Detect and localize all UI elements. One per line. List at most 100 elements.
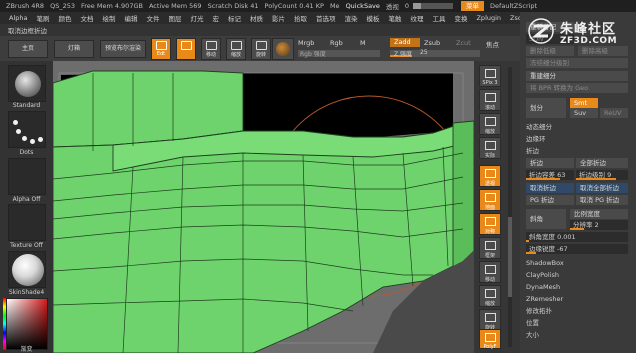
divide-button[interactable]: 划分 xyxy=(526,98,566,118)
viewport-canvas[interactable] xyxy=(53,61,474,353)
transparency-slider[interactable] xyxy=(413,3,454,9)
move-button[interactable]: 移动 xyxy=(201,38,221,60)
menu-item[interactable]: 纹理 xyxy=(410,13,423,23)
menu-item[interactable]: 模板 xyxy=(366,13,379,23)
bevel-resolution-slider[interactable]: 分辨率 2 xyxy=(570,220,628,230)
reconstruct-subdiv-button[interactable]: 重建细分 xyxy=(526,71,628,81)
rgb-toggle[interactable]: Rgb xyxy=(330,39,343,47)
viewport-tool-button[interactable]: 实际 xyxy=(479,137,501,159)
edge-sharpness-slider[interactable]: 边缘锐度 -67 xyxy=(526,244,628,254)
menu-item[interactable]: 图层 xyxy=(168,13,181,23)
draw-button[interactable] xyxy=(176,38,196,60)
right-shelf-scrollbar[interactable] xyxy=(508,67,512,347)
viewport-tool-button[interactable]: 地面 xyxy=(479,189,501,211)
menu-item[interactable]: Zplugin xyxy=(476,14,501,22)
claypolish-header[interactable]: ClayPolish xyxy=(526,270,559,280)
material-selector[interactable] xyxy=(8,251,46,288)
menu-item[interactable]: 拾取 xyxy=(294,13,307,23)
dynamesh-header[interactable]: DynaMesh xyxy=(526,282,560,292)
quicksave-button[interactable]: QuickSave xyxy=(346,2,380,10)
free-mem: Free Mem 4.907GB xyxy=(80,2,143,10)
tool-glyph-icon xyxy=(485,333,496,342)
menu-item[interactable]: 标记 xyxy=(228,13,241,23)
mrgb-toggle[interactable]: Mrgb xyxy=(298,39,314,47)
shadowbox-header[interactable]: ShadowBox xyxy=(526,258,564,268)
menu-item[interactable]: 灯光 xyxy=(190,13,203,23)
bevel-proportional-toggle[interactable]: 比例宽度 xyxy=(570,209,628,219)
preview-bpr-button[interactable]: 预览布尔渲染 xyxy=(100,40,146,58)
top-toolbar: 主页 灯箱 预览布尔渲染 Edt 移动 缩放 旋转 Mrgb Rgb M Zad… xyxy=(0,36,520,61)
viewport-tool-button[interactable]: 滚动 xyxy=(479,89,501,111)
rgb-intensity-slider[interactable]: Rgb 强度 xyxy=(298,50,380,58)
crease-all-button[interactable]: 全部折边 xyxy=(576,158,628,168)
convert-bpr-button[interactable]: 将 BPR 转换为 Geo xyxy=(526,83,628,93)
uncrease-all-button[interactable]: 取消全部折边 xyxy=(576,183,628,193)
scale-icon xyxy=(231,41,242,50)
menu-item[interactable]: 宏 xyxy=(212,13,219,23)
pg-uncrease-button[interactable]: 取消 PG 折边 xyxy=(576,195,628,205)
menu-item[interactable]: 材质 xyxy=(250,13,263,23)
edit-button[interactable]: Edt xyxy=(151,38,171,60)
viewport-tool-button[interactable]: 对称 xyxy=(479,213,501,235)
lightbox-button[interactable]: 灯箱 xyxy=(54,40,94,58)
dynamic-subdiv-header[interactable]: 动态细分 xyxy=(526,122,552,132)
zadd-toggle[interactable]: Zadd xyxy=(390,38,420,47)
material-swatch[interactable] xyxy=(272,38,294,60)
viewport-tool-button[interactable]: 缩放 xyxy=(479,113,501,135)
crease-level-slider[interactable]: 折边级别 9 xyxy=(576,170,628,180)
viewport-tool-button[interactable]: 缩放 xyxy=(479,285,501,307)
default-script[interactable]: DefaultZScript xyxy=(490,2,537,10)
color-picker[interactable] xyxy=(6,298,48,350)
project-name: QS_253 xyxy=(50,2,75,10)
viewport-tool-button[interactable]: 移动 xyxy=(479,261,501,283)
focal-label: 焦点 xyxy=(486,41,499,49)
m-toggle[interactable]: M xyxy=(360,39,366,47)
viewport-tool-button[interactable]: 透视 xyxy=(479,165,501,187)
zsub-toggle[interactable]: Zsub xyxy=(424,39,440,47)
bevel-button[interactable]: 斜角 xyxy=(526,209,566,229)
crease-tolerance-slider[interactable]: 折边容差 63 xyxy=(526,170,574,180)
rotate-button[interactable]: 旋转 xyxy=(251,38,271,60)
brush-selector[interactable] xyxy=(8,65,46,102)
crease-button[interactable]: 折边 xyxy=(526,158,574,168)
menu-item[interactable]: 首选项 xyxy=(316,13,336,23)
viewport-tool-button[interactable]: 框架 xyxy=(479,237,501,259)
viewport-tool-button[interactable]: 旋转 xyxy=(479,309,501,331)
freeze-subdiv-button[interactable]: 冻结细分级别 xyxy=(526,58,628,68)
zremesher-header[interactable]: ZRemesher xyxy=(526,294,563,304)
z-intensity-slider[interactable]: Z 强度 25 xyxy=(390,49,480,58)
stroke-selector[interactable] xyxy=(8,111,46,148)
menu-item[interactable]: 笔触 xyxy=(388,13,401,23)
menu-item[interactable]: 文件 xyxy=(146,13,159,23)
menu-item[interactable]: 编辑 xyxy=(124,13,137,23)
suv-toggle[interactable]: Suv xyxy=(570,108,598,118)
menu-item[interactable]: 工具 xyxy=(432,13,445,23)
alpha-selector[interactable] xyxy=(8,158,46,195)
menu-button[interactable]: 菜单 xyxy=(461,1,485,11)
menu-item[interactable]: 文档 xyxy=(80,13,93,23)
menu-item[interactable]: 绘制 xyxy=(102,13,115,23)
menu-item[interactable]: 笔刷 xyxy=(36,13,49,23)
uncrease-button[interactable]: 取消折边 xyxy=(526,183,574,193)
menu-item[interactable]: 渲染 xyxy=(344,13,357,23)
menu-item[interactable]: 变换 xyxy=(454,13,467,23)
bevel-width-slider[interactable]: 斜角宽度 0.001 xyxy=(526,232,628,242)
reuv-toggle[interactable]: ReUV xyxy=(600,108,628,118)
menu-item[interactable]: 颜色 xyxy=(58,13,71,23)
pg-crease-button[interactable]: PG 折边 xyxy=(526,195,574,205)
texture-selector[interactable] xyxy=(8,204,46,241)
scale-button[interactable]: 缩放 xyxy=(226,38,246,60)
menu-item[interactable]: Alpha xyxy=(9,14,27,22)
viewport-tool-button[interactable]: SPix 3 xyxy=(479,65,501,87)
home-button[interactable]: 主页 xyxy=(8,40,48,58)
viewport-tool-button[interactable]: PolyF xyxy=(479,329,501,350)
modify-topology-header[interactable]: 修改拓扑 xyxy=(526,306,552,316)
size-header[interactable]: 大小 xyxy=(526,330,539,340)
position-header[interactable]: 位置 xyxy=(526,318,539,328)
zcut-toggle[interactable]: Zcut xyxy=(456,39,471,47)
smt-toggle[interactable]: Smt xyxy=(570,98,598,108)
menu-item[interactable]: 影片 xyxy=(272,13,285,23)
edge-loop-header[interactable]: 边缘环 xyxy=(526,134,546,144)
move-icon xyxy=(206,41,217,50)
crease-header[interactable]: 折边 xyxy=(526,146,539,156)
